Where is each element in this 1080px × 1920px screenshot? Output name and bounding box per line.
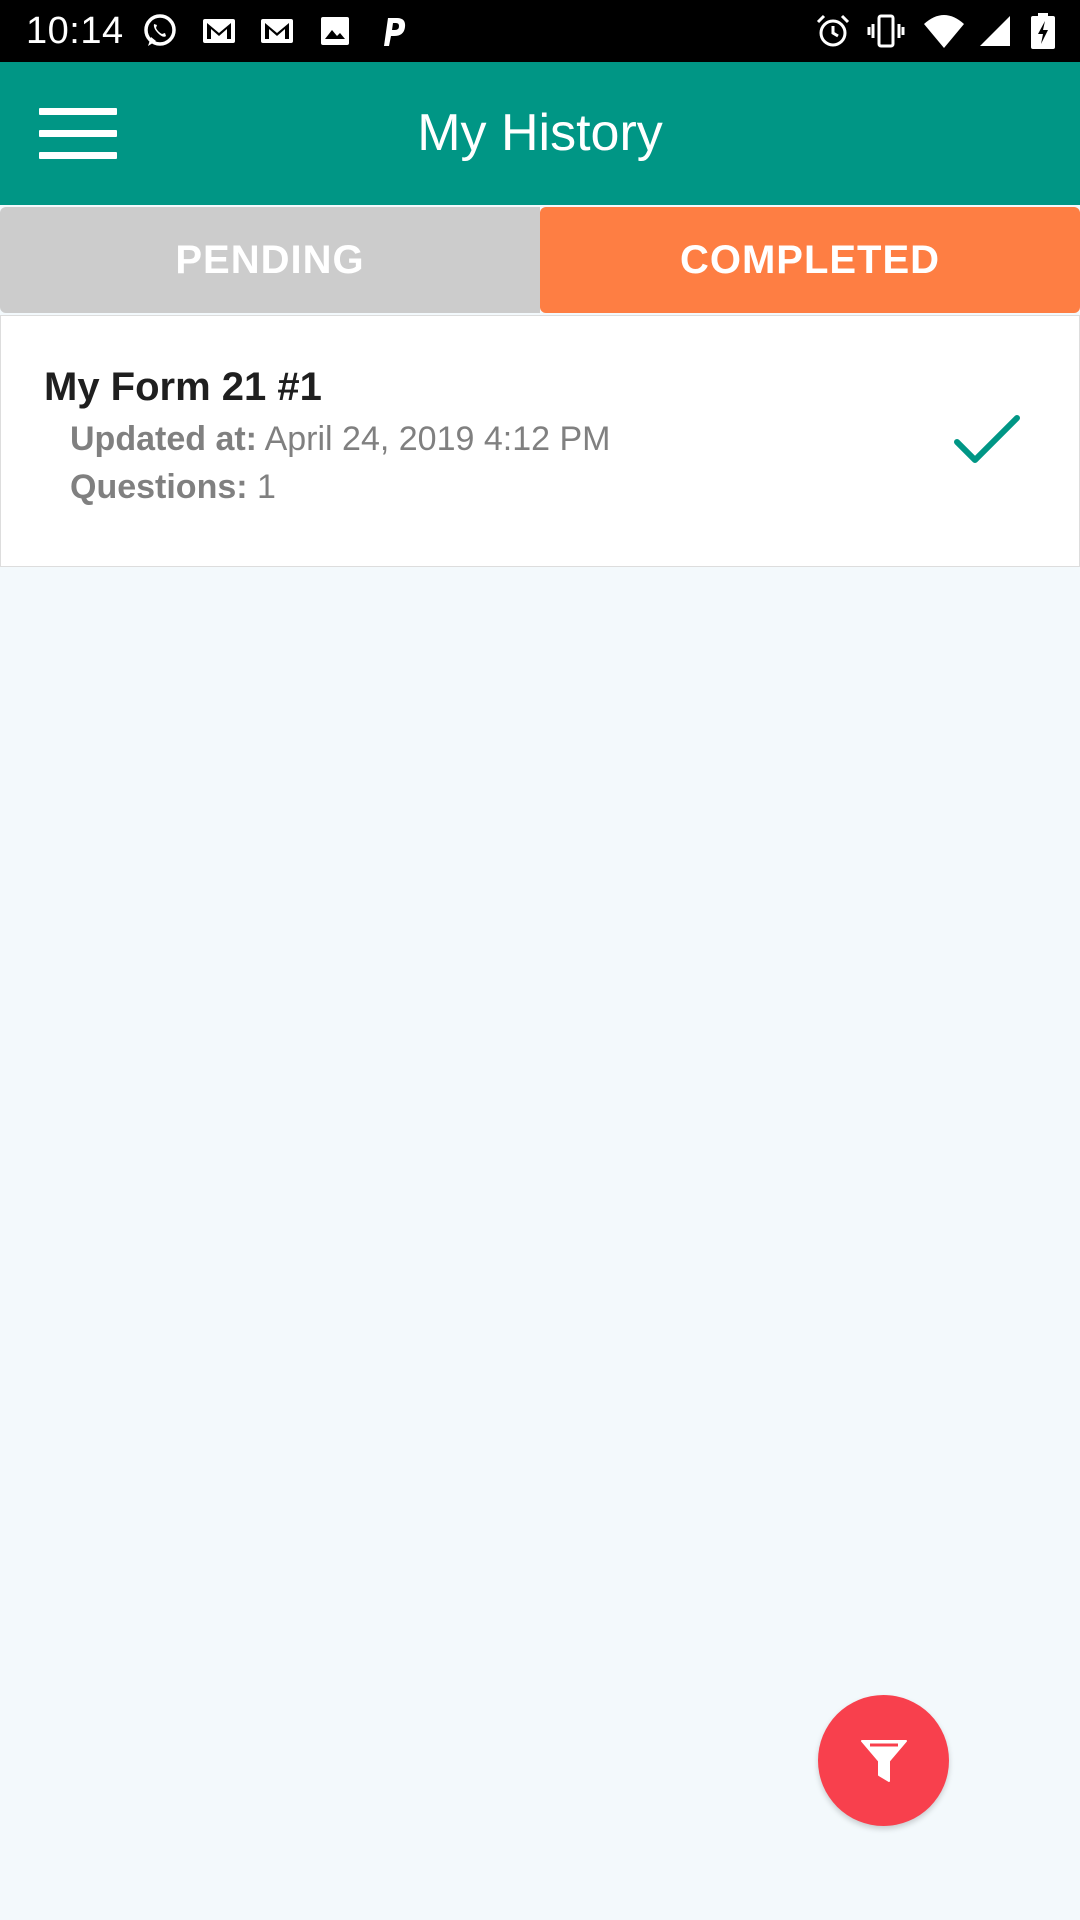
wifi-icon xyxy=(922,12,966,50)
updated-at-line: Updated at: April 24, 2019 4:12 PM xyxy=(70,417,610,461)
questions-line: Questions: 1 xyxy=(70,465,276,509)
tab-pending[interactable]: PENDING xyxy=(0,207,540,313)
filter-button[interactable] xyxy=(818,1695,949,1826)
image-icon xyxy=(316,12,354,50)
gmail-icon xyxy=(200,12,238,50)
battery-charging-icon xyxy=(1028,12,1058,50)
signal-icon xyxy=(976,12,1014,50)
checkmark-icon xyxy=(953,412,1021,468)
list-item[interactable]: My Form 21 #1 Updated at: April 24, 2019… xyxy=(0,315,1080,567)
filter-icon xyxy=(860,1739,907,1782)
p-icon xyxy=(374,12,412,50)
questions-value: 1 xyxy=(257,468,276,506)
status-bar: 10:14 xyxy=(0,0,1080,62)
page-title: My History xyxy=(417,104,663,162)
app-bar: My History xyxy=(0,62,1080,205)
tab-completed[interactable]: COMPLETED xyxy=(540,207,1080,313)
form-title: My Form 21 #1 xyxy=(44,365,322,409)
whatsapp-icon xyxy=(141,12,179,50)
status-time: 10:14 xyxy=(26,10,124,52)
updated-at-label: Updated at: xyxy=(70,420,257,458)
vibrate-icon xyxy=(867,12,905,50)
gmail-icon xyxy=(258,12,296,50)
questions-label: Questions: xyxy=(70,468,248,506)
updated-at-value: April 24, 2019 4:12 PM xyxy=(264,420,611,458)
alarm-icon xyxy=(814,12,852,50)
history-tabs: PENDING COMPLETED xyxy=(0,205,1080,315)
